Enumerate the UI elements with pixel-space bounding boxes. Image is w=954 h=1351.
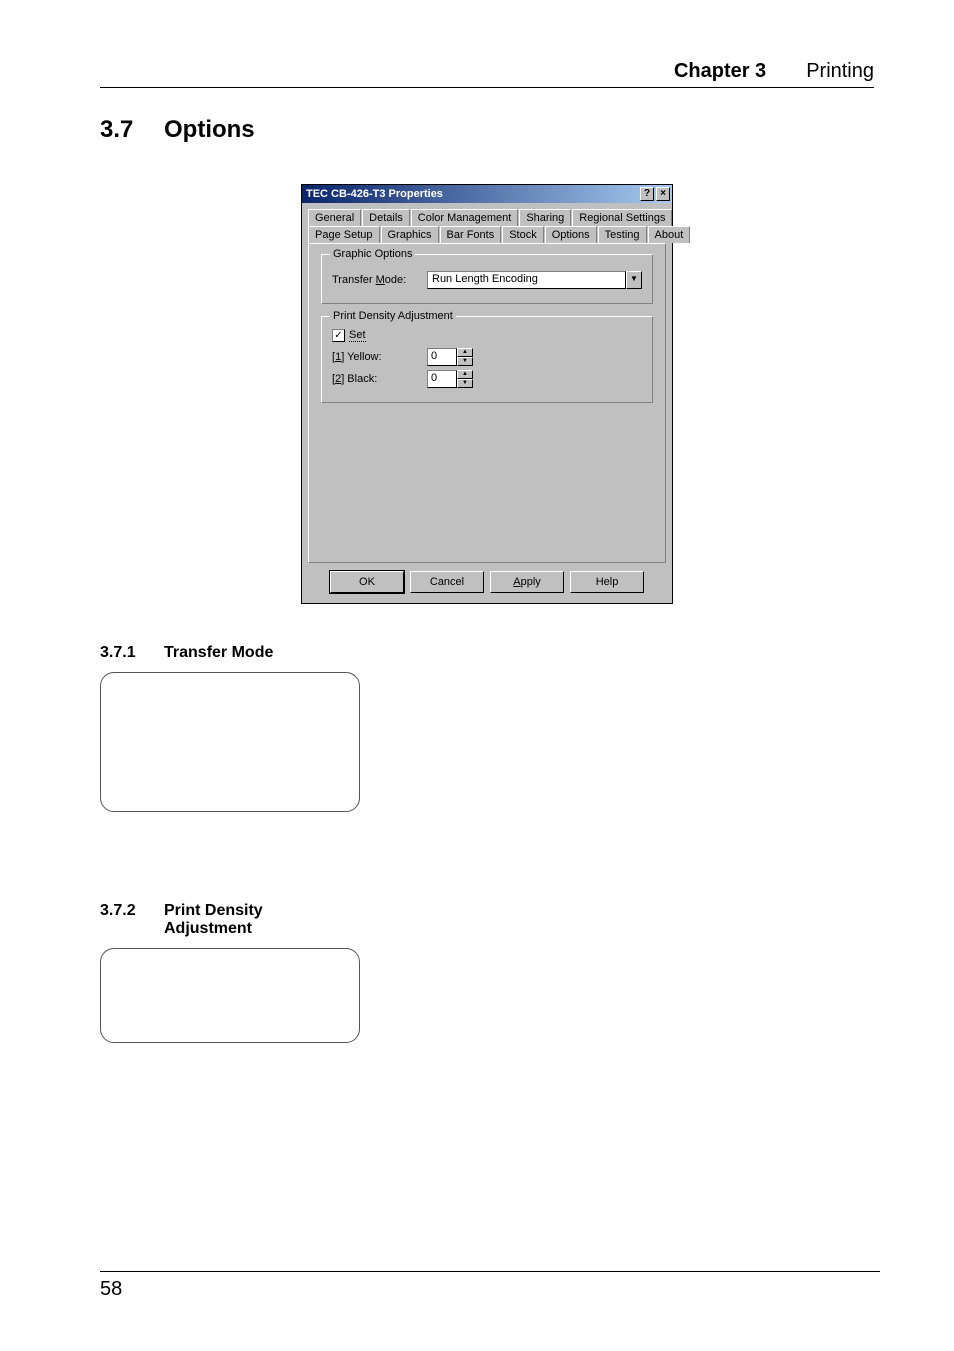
cancel-button[interactable]: Cancel [410, 571, 484, 593]
black-value[interactable]: 0 [427, 370, 457, 388]
print-density-group: Print Density Adjustment ✓ Set [1] Yello… [321, 316, 653, 403]
titlebar-close-button[interactable]: × [656, 187, 670, 201]
graphic-options-group: Graphic Options Transfer Mode: Run Lengt… [321, 254, 653, 304]
spin-up-icon[interactable]: ▲ [457, 370, 473, 379]
page-number: 58 [100, 1278, 880, 1301]
tab-row-1: General Details Color Management Sharing… [308, 209, 666, 226]
tab-bar-fonts[interactable]: Bar Fonts [440, 226, 502, 243]
yellow-value[interactable]: 0 [427, 348, 457, 366]
tab-regional-settings[interactable]: Regional Settings [572, 209, 672, 226]
yellow-spin[interactable]: 0 ▲ ▼ [427, 348, 475, 366]
ok-button[interactable]: OK [330, 571, 404, 593]
note-box-1 [100, 672, 360, 812]
tab-graphics[interactable]: Graphics [381, 226, 439, 243]
subsection-1-number: 3.7.1 [100, 644, 164, 662]
help-button[interactable]: Help [570, 571, 644, 593]
chevron-down-icon[interactable]: ▼ [626, 271, 642, 289]
set-checkbox[interactable]: ✓ [332, 329, 345, 342]
tab-about[interactable]: About [648, 226, 691, 243]
tab-general[interactable]: General [308, 209, 361, 226]
black-spin[interactable]: 0 ▲ ▼ [427, 370, 475, 388]
subsection-1-heading: 3.7.1 Transfer Mode [100, 644, 874, 662]
subsection-2-number: 3.7.2 [100, 902, 164, 920]
chapter-title: Printing [806, 60, 874, 83]
subsection-1-title: Transfer Mode [164, 644, 273, 662]
tab-testing[interactable]: Testing [598, 226, 647, 243]
black-label: [2] Black: [332, 373, 427, 385]
spin-down-icon[interactable]: ▼ [457, 379, 473, 388]
subsection-2-heading: 3.7.2 Print DensityAdjustment [100, 902, 874, 938]
tab-options[interactable]: Options [545, 226, 597, 243]
tab-details[interactable]: Details [362, 209, 410, 226]
print-density-legend: Print Density Adjustment [330, 310, 456, 322]
transfer-mode-value[interactable]: Run Length Encoding [427, 271, 626, 289]
apply-button[interactable]: Apply [490, 571, 564, 593]
page-footer: 58 [100, 1271, 880, 1301]
titlebar-help-button[interactable]: ? [640, 187, 654, 201]
set-checkbox-label: Set [349, 329, 366, 342]
tab-row-2: Page Setup Graphics Bar Fonts Stock Opti… [308, 226, 666, 243]
section-title: Options [164, 116, 255, 144]
dialog-title: TEC CB-426-T3 Properties [304, 188, 638, 200]
tab-stock[interactable]: Stock [502, 226, 544, 243]
tab-sharing[interactable]: Sharing [519, 209, 571, 226]
chapter-label: Chapter 3 [674, 60, 766, 83]
section-number: 3.7 [100, 116, 164, 144]
subsection-2-title: Print DensityAdjustment [164, 902, 263, 938]
note-box-2 [100, 948, 360, 1043]
options-panel: Graphic Options Transfer Mode: Run Lengt… [308, 243, 666, 563]
transfer-mode-label: Transfer Mode: [332, 274, 427, 286]
spin-up-icon[interactable]: ▲ [457, 348, 473, 357]
titlebar[interactable]: TEC CB-426-T3 Properties ? × [302, 185, 672, 203]
tab-page-setup[interactable]: Page Setup [308, 226, 380, 243]
spin-down-icon[interactable]: ▼ [457, 357, 473, 366]
page-header: Chapter 3 Printing [100, 60, 874, 88]
yellow-label: [1] Yellow: [332, 351, 427, 363]
graphic-options-legend: Graphic Options [330, 248, 415, 260]
tab-color-management[interactable]: Color Management [411, 209, 519, 226]
properties-dialog: TEC CB-426-T3 Properties ? × General Det… [301, 184, 673, 604]
transfer-mode-combo[interactable]: Run Length Encoding ▼ [427, 271, 642, 289]
dialog-button-row: OK Cancel Apply Help [302, 563, 672, 603]
section-heading: 3.7 Options [100, 116, 874, 144]
